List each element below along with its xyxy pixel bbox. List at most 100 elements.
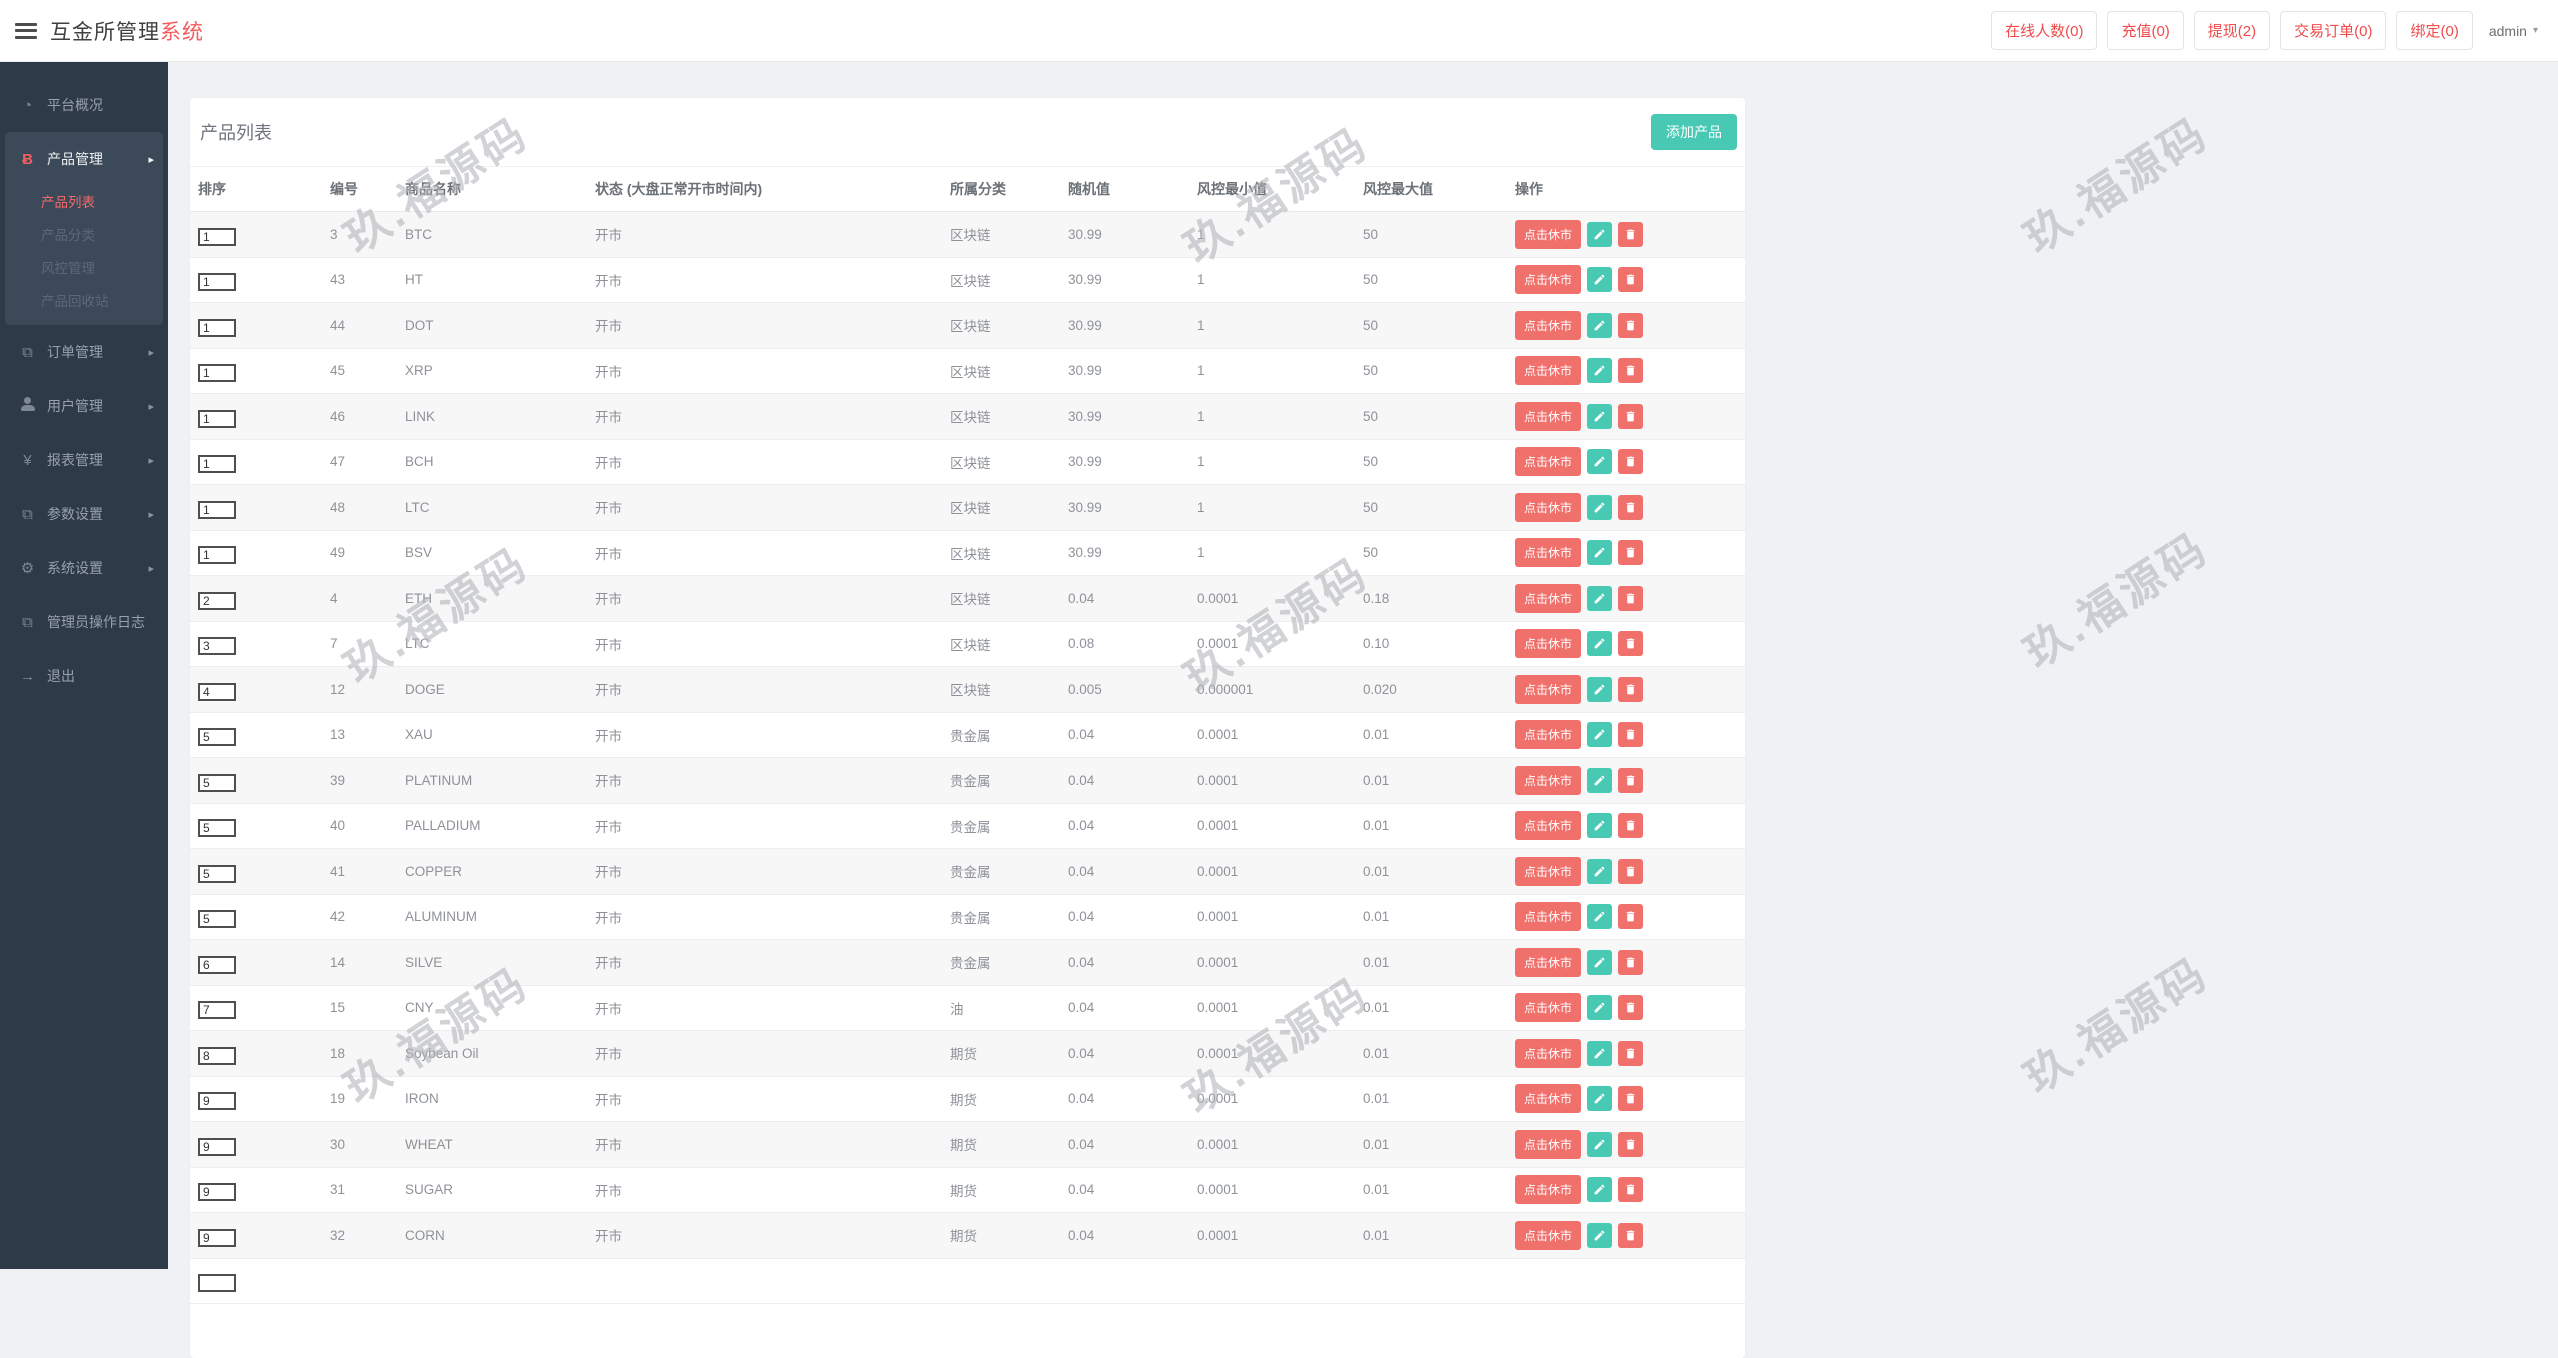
delete-trash-icon[interactable] xyxy=(1618,585,1644,611)
top-nav-button-0[interactable]: 在线人数(0) xyxy=(1991,11,2098,50)
top-nav-button-2[interactable]: 提现(2) xyxy=(2193,11,2271,50)
delete-trash-icon[interactable] xyxy=(1618,1222,1644,1248)
sort-input[interactable] xyxy=(198,318,236,337)
sort-input[interactable] xyxy=(198,409,236,428)
sidebar-item-退出[interactable]: → 退出 xyxy=(0,649,168,703)
sort-input[interactable] xyxy=(198,1046,236,1065)
sort-input[interactable] xyxy=(198,773,236,792)
suspend-market-button[interactable]: 点击休市 xyxy=(1515,947,1582,977)
sort-input[interactable] xyxy=(198,273,236,292)
sort-input[interactable] xyxy=(198,364,236,383)
sort-input[interactable] xyxy=(198,546,236,565)
edit-pencil-icon[interactable] xyxy=(1587,995,1613,1021)
edit-pencil-icon[interactable] xyxy=(1587,949,1613,975)
edit-pencil-icon[interactable] xyxy=(1587,767,1613,793)
suspend-market-button[interactable]: 点击休市 xyxy=(1515,629,1582,659)
suspend-market-button[interactable]: 点击休市 xyxy=(1515,1175,1582,1205)
sort-input[interactable] xyxy=(198,1228,236,1247)
edit-pencil-icon[interactable] xyxy=(1587,813,1613,839)
sidebar-item-系统设置[interactable]: ⚙ 系统设置 ▸ xyxy=(0,541,168,595)
sort-input[interactable] xyxy=(198,819,236,838)
sort-input[interactable] xyxy=(198,910,236,929)
edit-pencil-icon[interactable] xyxy=(1587,585,1613,611)
edit-pencil-icon[interactable] xyxy=(1587,494,1613,520)
sidebar-item-产品管理[interactable]: Ƀ 产品管理 ▸ xyxy=(5,132,163,186)
suspend-market-button[interactable]: 点击休市 xyxy=(1515,310,1582,340)
suspend-market-button[interactable]: 点击休市 xyxy=(1515,583,1582,613)
edit-pencil-icon[interactable] xyxy=(1587,1222,1613,1248)
delete-trash-icon[interactable] xyxy=(1618,1040,1644,1066)
suspend-market-button[interactable]: 点击休市 xyxy=(1515,674,1582,704)
delete-trash-icon[interactable] xyxy=(1618,358,1644,384)
edit-pencil-icon[interactable] xyxy=(1587,1086,1613,1112)
sidebar-item-报表管理[interactable]: ¥ 报表管理 ▸ xyxy=(0,433,168,487)
delete-trash-icon[interactable] xyxy=(1618,1086,1644,1112)
sort-input[interactable] xyxy=(198,637,236,656)
sort-input[interactable] xyxy=(198,455,236,474)
sort-input[interactable] xyxy=(198,955,236,974)
edit-pencil-icon[interactable] xyxy=(1587,1040,1613,1066)
edit-pencil-icon[interactable] xyxy=(1587,631,1613,657)
delete-trash-icon[interactable] xyxy=(1618,631,1644,657)
top-nav-button-1[interactable]: 充值(0) xyxy=(2107,11,2184,50)
edit-pencil-icon[interactable] xyxy=(1587,1177,1613,1203)
edit-pencil-icon[interactable] xyxy=(1587,221,1613,247)
sort-input[interactable] xyxy=(198,682,236,701)
suspend-market-button[interactable]: 点击休市 xyxy=(1515,401,1582,431)
edit-pencil-icon[interactable] xyxy=(1587,540,1613,566)
admin-menu[interactable]: admin ▾ xyxy=(2483,15,2544,47)
edit-pencil-icon[interactable] xyxy=(1587,1131,1613,1157)
edit-pencil-icon[interactable] xyxy=(1587,449,1613,475)
sort-input[interactable] xyxy=(198,1092,236,1111)
delete-trash-icon[interactable] xyxy=(1618,995,1644,1021)
delete-trash-icon[interactable] xyxy=(1618,540,1644,566)
edit-pencil-icon[interactable] xyxy=(1587,312,1613,338)
sidebar-subitem-产品分类[interactable]: 产品分类 xyxy=(5,219,163,252)
suspend-market-button[interactable]: 点击休市 xyxy=(1515,265,1582,295)
suspend-market-button[interactable]: 点击休市 xyxy=(1515,492,1582,522)
sort-input[interactable] xyxy=(198,1274,236,1293)
suspend-market-button[interactable]: 点击休市 xyxy=(1515,1129,1582,1159)
edit-pencil-icon[interactable] xyxy=(1587,904,1613,930)
sidebar-subitem-风控管理[interactable]: 风控管理 xyxy=(5,252,163,285)
sidebar-item-用户管理[interactable]: 用户管理 ▸ xyxy=(0,379,168,433)
suspend-market-button[interactable]: 点击休市 xyxy=(1515,447,1582,477)
edit-pencil-icon[interactable] xyxy=(1587,676,1613,702)
suspend-market-button[interactable]: 点击休市 xyxy=(1515,765,1582,795)
sidebar-subitem-产品回收站[interactable]: 产品回收站 xyxy=(5,285,163,318)
add-product-button[interactable]: 添加产品 xyxy=(1651,114,1737,150)
sort-input[interactable] xyxy=(198,1137,236,1156)
delete-trash-icon[interactable] xyxy=(1618,767,1644,793)
suspend-market-button[interactable]: 点击休市 xyxy=(1515,1084,1582,1114)
sidebar-subitem-产品列表[interactable]: 产品列表 xyxy=(5,186,163,219)
suspend-market-button[interactable]: 点击休市 xyxy=(1515,538,1582,568)
delete-trash-icon[interactable] xyxy=(1618,949,1644,975)
sidebar-item-管理员操作日志[interactable]: ⧉ 管理员操作日志 xyxy=(0,595,168,649)
suspend-market-button[interactable]: 点击休市 xyxy=(1515,720,1582,750)
edit-pencil-icon[interactable] xyxy=(1587,858,1613,884)
suspend-market-button[interactable]: 点击休市 xyxy=(1515,856,1582,886)
edit-pencil-icon[interactable] xyxy=(1587,722,1613,748)
delete-trash-icon[interactable] xyxy=(1618,403,1644,429)
suspend-market-button[interactable]: 点击休市 xyxy=(1515,902,1582,932)
delete-trash-icon[interactable] xyxy=(1618,676,1644,702)
delete-trash-icon[interactable] xyxy=(1618,494,1644,520)
delete-trash-icon[interactable] xyxy=(1618,904,1644,930)
sort-input[interactable] xyxy=(198,227,236,246)
sort-input[interactable] xyxy=(198,728,236,747)
suspend-market-button[interactable]: 点击休市 xyxy=(1515,811,1582,841)
delete-trash-icon[interactable] xyxy=(1618,1131,1644,1157)
suspend-market-button[interactable]: 点击休市 xyxy=(1515,1220,1582,1250)
delete-trash-icon[interactable] xyxy=(1618,1177,1644,1203)
delete-trash-icon[interactable] xyxy=(1618,449,1644,475)
menu-icon[interactable] xyxy=(15,22,37,39)
sidebar-item-平台概况[interactable]: ◔ 平台概况 xyxy=(0,78,168,132)
sort-input[interactable] xyxy=(198,591,236,610)
suspend-market-button[interactable]: 点击休市 xyxy=(1515,219,1582,249)
sort-input[interactable] xyxy=(198,500,236,519)
sort-input[interactable] xyxy=(198,864,236,883)
top-nav-button-3[interactable]: 交易订单(0) xyxy=(2280,11,2387,50)
sidebar-item-订单管理[interactable]: ⧉ 订单管理 ▸ xyxy=(0,325,168,379)
delete-trash-icon[interactable] xyxy=(1618,221,1644,247)
sort-input[interactable] xyxy=(198,1183,236,1202)
